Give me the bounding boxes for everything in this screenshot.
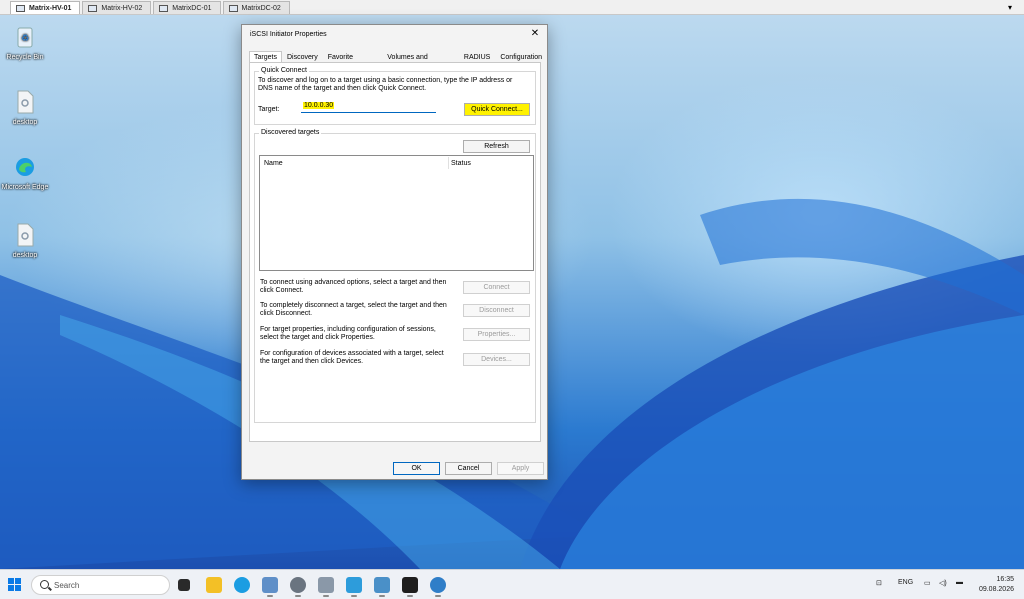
targets-tab-pane: Quick Connect To discover and log on to …	[249, 62, 541, 442]
target-label: Target:	[258, 106, 280, 113]
vm-tab-bar: Matrix-HV-01 Matrix-HV-02 MatrixDC-01 Ma…	[0, 0, 1024, 15]
iscsi-initiator-dialog: iSCSI Initiator Properties ✕ Targets Dis…	[241, 24, 548, 480]
vm-tab-matrix-hv-02[interactable]: Matrix-HV-02	[82, 1, 152, 14]
desktop-icon-desktop-2[interactable]: desktop	[0, 223, 50, 259]
column-header-status[interactable]: Status	[451, 160, 471, 167]
admin-tools-icon[interactable]	[318, 577, 334, 597]
column-header-name[interactable]: Name	[264, 160, 283, 167]
windows-logo-icon	[15, 585, 21, 591]
desktop-icon-label: Recycle Bin	[6, 54, 44, 61]
monitor-icon	[16, 5, 25, 12]
vm-tab-label: MatrixDC-02	[241, 4, 281, 12]
windows-logo-icon	[15, 578, 21, 584]
discovered-targets-title: Discovered targets	[259, 129, 322, 136]
file-icon	[17, 90, 34, 114]
desktop-icon-label: desktop	[12, 119, 38, 126]
edge-icon	[16, 158, 34, 176]
quick-connect-button[interactable]: Quick Connect...	[464, 103, 530, 116]
search-icon	[40, 580, 49, 589]
settings-gear-icon[interactable]	[290, 577, 306, 597]
windows-logo-icon	[8, 578, 14, 584]
properties-button[interactable]: Properties...	[463, 328, 530, 341]
vm-tab-label: MatrixDC-01	[172, 4, 212, 12]
terminal-icon[interactable]	[402, 577, 418, 597]
language-indicator[interactable]: ENG	[898, 579, 913, 586]
target-input[interactable]: 10.0.0.30	[301, 101, 436, 113]
quick-connect-group: Quick Connect To discover and log on to …	[254, 67, 536, 125]
taskbar-search[interactable]: Search	[31, 575, 170, 595]
clock-time: 16:35	[996, 576, 1014, 583]
vm-tab-matrix-hv-01[interactable]: Matrix-HV-01	[10, 1, 81, 14]
devices-button[interactable]: Devices...	[463, 353, 530, 366]
quick-connect-description: To discover and log on to a target using…	[258, 77, 513, 92]
cancel-button[interactable]: Cancel	[445, 462, 492, 475]
properties-description: For target properties, including configu…	[260, 326, 436, 341]
remote-desktop-icon[interactable]	[374, 577, 390, 597]
battery-icon[interactable]: ▬	[956, 579, 963, 586]
ok-button[interactable]: OK	[393, 462, 440, 475]
refresh-button[interactable]: Refresh	[463, 140, 530, 153]
vm-tab-matrixdc-02[interactable]: MatrixDC-02	[222, 1, 290, 14]
column-divider	[448, 157, 449, 169]
dialog-title: iSCSI Initiator Properties	[250, 31, 327, 38]
monitor-icon	[159, 5, 169, 12]
file-explorer-icon[interactable]	[206, 577, 222, 593]
start-button[interactable]	[8, 578, 22, 592]
tab-dropdown-icon[interactable]: ▾	[1008, 3, 1012, 12]
discovered-targets-list[interactable]: Name Status	[259, 155, 534, 271]
connect-button[interactable]: Connect	[463, 281, 530, 294]
monitor-icon	[88, 5, 98, 12]
display-icon[interactable]: ▭	[924, 579, 931, 587]
recycle-bin-icon: ♻	[17, 27, 33, 48]
desktop-icon-desktop-1[interactable]: desktop	[0, 90, 50, 126]
quick-connect-title: Quick Connect	[259, 67, 309, 74]
volume-icon[interactable]: ◁)	[939, 579, 947, 587]
server-manager-icon[interactable]	[262, 577, 278, 597]
vm-tab-matrixdc-01[interactable]: MatrixDC-01	[153, 1, 221, 14]
network-icon[interactable]: ⊡	[876, 579, 882, 587]
target-input-value: 10.0.0.30	[303, 102, 335, 109]
svg-text:♻: ♻	[21, 34, 29, 44]
desktop-icon-label: Microsoft Edge	[1, 184, 49, 191]
desktop-icon-microsoft-edge[interactable]: Microsoft Edge	[0, 155, 50, 191]
close-icon[interactable]: ✕	[529, 28, 541, 40]
desktop-icon-label: desktop	[12, 252, 38, 259]
apply-button[interactable]: Apply	[497, 462, 544, 475]
desktop-icon-recycle-bin[interactable]: ♻ Recycle Bin	[0, 25, 50, 61]
hyper-v-icon[interactable]	[346, 577, 362, 597]
iscsi-initiator-icon[interactable]	[430, 577, 446, 597]
edge-icon[interactable]	[234, 577, 250, 593]
task-view-icon[interactable]	[178, 579, 190, 591]
search-placeholder: Search	[54, 581, 80, 590]
windows-logo-icon	[8, 585, 14, 591]
vm-tab-label: Matrix-HV-01	[29, 4, 72, 12]
devices-description: For configuration of devices associated …	[260, 350, 444, 365]
discovered-targets-group: Discovered targets Refresh Name Status T…	[254, 129, 536, 423]
monitor-icon	[228, 5, 238, 12]
taskbar: Search ⊡ ENG ▭ ◁) ▬ 16:35 09.08.2026	[0, 569, 1024, 599]
disconnect-description: To completely disconnect a target, selec…	[260, 302, 447, 317]
connect-description: To connect using advanced options, selec…	[260, 279, 447, 294]
vm-tab-label: Matrix-HV-02	[101, 4, 143, 12]
file-icon	[17, 223, 34, 247]
disconnect-button[interactable]: Disconnect	[463, 304, 530, 317]
clock-date: 09.08.2026	[978, 586, 1014, 593]
system-clock[interactable]: 16:35 09.08.2026	[979, 575, 1014, 595]
